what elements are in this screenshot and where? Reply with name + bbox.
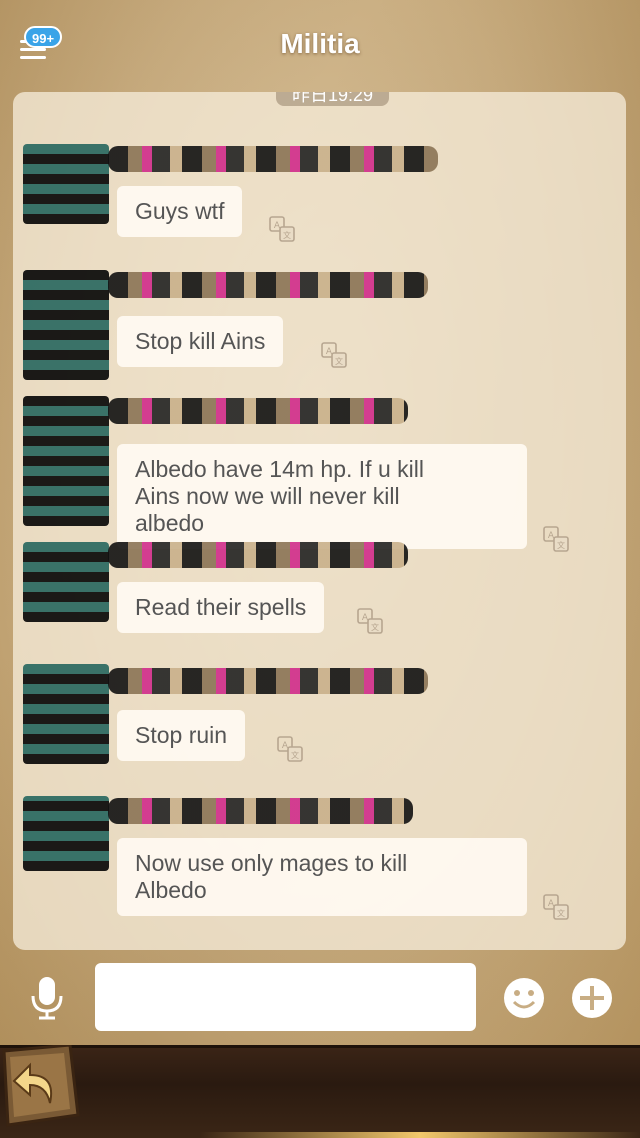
timestamp: 昨日19:29: [276, 92, 389, 106]
translate-icon[interactable]: A文: [543, 894, 569, 920]
svg-text:A: A: [274, 221, 281, 231]
svg-text:文: 文: [291, 750, 299, 760]
translate-icon[interactable]: A文: [277, 736, 303, 762]
header: 99+ Militia: [0, 0, 640, 92]
translate-icon[interactable]: A文: [357, 608, 383, 634]
sender-name: [108, 398, 408, 424]
translate-icon[interactable]: A文: [321, 342, 347, 368]
back-arrow-icon[interactable]: [0, 1045, 80, 1127]
message-bubble[interactable]: Stop kill Ains: [117, 316, 284, 367]
svg-text:A: A: [326, 347, 333, 357]
avatar[interactable]: [23, 396, 109, 526]
svg-text:A: A: [548, 531, 555, 541]
message-input[interactable]: [95, 963, 476, 1031]
list-item: Albedo have 14m hp. If u kill Ains now w…: [13, 396, 626, 552]
svg-text:A: A: [282, 741, 289, 751]
translate-icon[interactable]: A文: [269, 216, 295, 242]
svg-text:文: 文: [371, 622, 379, 632]
sender-name: [108, 542, 408, 568]
list-item: Stop kill Ains A文: [13, 270, 626, 380]
list-item: Now use only mages to kill Albedo A文: [13, 796, 626, 936]
avatar[interactable]: [23, 796, 109, 871]
svg-text:A: A: [362, 613, 369, 623]
chat-panel[interactable]: 昨日19:29 Guys wtf A文 Stop kill Ains A文 Al…: [13, 92, 626, 950]
svg-text:文: 文: [335, 356, 343, 366]
message-bubble[interactable]: Now use only mages to kill Albedo: [117, 838, 527, 916]
avatar[interactable]: [23, 664, 109, 764]
microphone-icon[interactable]: [28, 976, 66, 1020]
list-item: Read their spells A文: [13, 542, 626, 652]
svg-text:文: 文: [283, 230, 291, 240]
sender-name: [108, 668, 428, 694]
svg-text:A: A: [548, 899, 555, 909]
message-bubble[interactable]: Albedo have 14m hp. If u kill Ains now w…: [117, 444, 527, 549]
list-item: Guys wtf A文: [13, 144, 626, 244]
sender-name: [108, 272, 428, 298]
smiley-icon[interactable]: [503, 977, 545, 1019]
message-bubble[interactable]: Stop ruin: [117, 710, 246, 761]
avatar[interactable]: [23, 144, 109, 224]
avatar[interactable]: [23, 270, 109, 380]
list-item: Stop ruin A文: [13, 664, 626, 774]
sender-name: [108, 146, 438, 172]
svg-text:文: 文: [557, 908, 565, 918]
message-bubble[interactable]: Guys wtf: [117, 186, 243, 237]
page-title: Militia: [280, 28, 360, 59]
avatar[interactable]: [23, 542, 109, 622]
bottom-nav: [0, 1045, 640, 1138]
sender-name: [108, 798, 413, 824]
plus-icon[interactable]: [571, 977, 613, 1019]
message-bubble[interactable]: Read their spells: [117, 582, 325, 633]
